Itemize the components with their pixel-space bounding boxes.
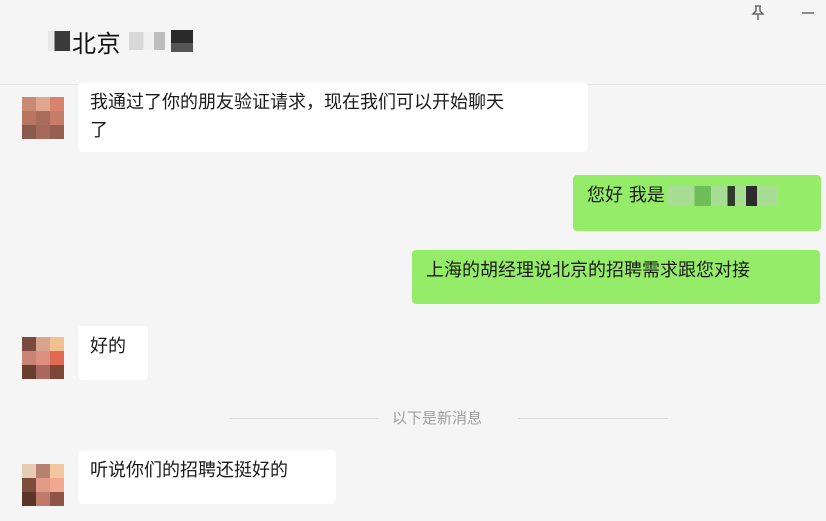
chat-title: 北京 xyxy=(72,29,121,58)
pin-icon xyxy=(751,5,765,20)
message-bubble-incoming[interactable]: 听说你们的招聘还挺好的 xyxy=(78,450,336,504)
chat-title-area: 北京 xyxy=(48,26,193,58)
message-text: 听说你们的招聘还挺好的 xyxy=(90,460,288,481)
divider-line-right xyxy=(518,418,668,419)
new-messages-divider: 以下是新消息 xyxy=(392,409,483,427)
message-text: 您好 我是 xyxy=(587,185,665,206)
message-bubble-incoming[interactable]: 好的 xyxy=(78,326,148,380)
redacted-name-suffix xyxy=(129,32,165,50)
message-text: 好的 xyxy=(90,336,126,357)
message-text: 我通过了你的朋友验证请求，现在我们可以开始聊天 xyxy=(90,92,504,113)
contact-avatar[interactable] xyxy=(22,464,64,506)
chat-header: 北京 xyxy=(0,0,826,85)
message-bubble-outgoing[interactable]: 上海的胡经理说北京的招聘需求跟您对接 xyxy=(412,250,820,304)
divider-line-left xyxy=(229,418,379,419)
redacted-name-suffix-2 xyxy=(171,30,193,52)
contact-avatar[interactable] xyxy=(22,97,64,139)
message-text: 了 xyxy=(90,120,108,141)
message-bubble-outgoing[interactable]: 您好 我是 xyxy=(573,175,821,231)
redacted-text xyxy=(666,186,777,206)
minimize-icon xyxy=(802,12,814,14)
message-bubble-incoming[interactable]: 我通过了你的朋友验证请求，现在我们可以开始聊天 了 xyxy=(78,82,588,152)
pin-button[interactable] xyxy=(744,4,772,22)
contact-avatar[interactable] xyxy=(22,337,64,379)
redacted-name-prefix xyxy=(48,31,70,51)
minimize-button[interactable] xyxy=(794,4,822,22)
message-text: 上海的胡经理说北京的招聘需求跟您对接 xyxy=(426,260,750,281)
